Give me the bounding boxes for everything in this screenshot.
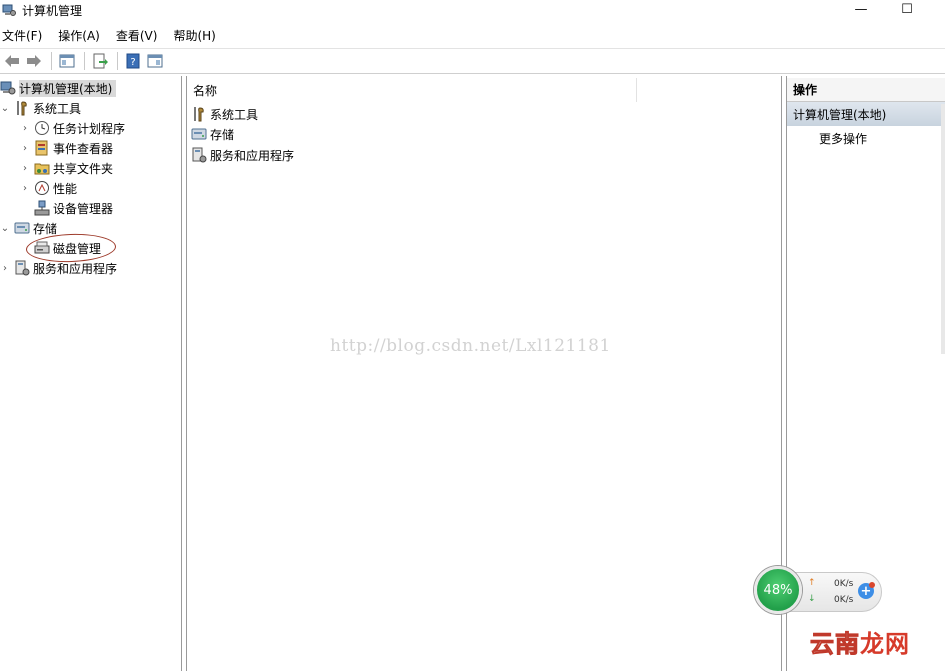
menu-view[interactable]: 查看(V) — [114, 27, 166, 44]
chevron-down-icon[interactable]: ⌄ — [0, 223, 10, 234]
download-arrow-icon: ↓ — [808, 594, 816, 604]
logo-text-a: 云南 — [810, 630, 860, 659]
results-pane: 名称 系统工具 存储 服务和应用程序 — [186, 76, 782, 671]
system-tools-icon — [14, 100, 30, 116]
shared-folder-icon — [34, 160, 50, 176]
chevron-right-icon[interactable]: › — [0, 263, 10, 274]
tree-item-performance[interactable]: › 性能 — [20, 178, 77, 198]
storage-icon — [191, 126, 207, 142]
computer-management-icon — [2, 3, 16, 17]
column-header-name[interactable]: 名称 — [187, 78, 637, 102]
show-hide-action-pane-icon[interactable] — [145, 51, 165, 71]
toolbar-separator — [84, 52, 85, 70]
list-item[interactable]: 存储 — [191, 124, 234, 144]
tree-item-shared-folders[interactable]: › 共享文件夹 — [20, 158, 113, 178]
toolbar-separator — [51, 52, 52, 70]
watermark-text: http://blog.csdn.net/Lxl121181 — [330, 336, 611, 356]
chevron-down-icon[interactable]: ⌄ — [0, 103, 10, 114]
download-speed: 0K/s — [834, 595, 854, 605]
action-section-header[interactable]: 计算机管理(本地) — [787, 102, 945, 126]
clock-icon — [34, 120, 50, 136]
chevron-right-icon[interactable]: › — [20, 163, 30, 174]
show-hide-tree-icon[interactable] — [57, 51, 77, 71]
chevron-right-icon[interactable]: › — [20, 143, 30, 154]
site-logo: 云南龙网 — [810, 624, 910, 659]
list-item-label: 存储 — [210, 127, 235, 142]
tree-item-label: 服务和应用程序 — [33, 261, 118, 276]
menu-action[interactable]: 操作(A) — [56, 27, 108, 44]
tree-item-label: 计算机管理(本地) — [19, 79, 117, 97]
menu-help[interactable]: 帮助(H) — [171, 27, 223, 44]
tree-item-label: 存储 — [33, 221, 58, 236]
tree-item-storage[interactable]: ⌄ 存储 — [0, 218, 57, 238]
tree-item-device-manager[interactable]: 设备管理器 — [34, 198, 113, 218]
services-apps-icon — [191, 147, 207, 163]
toolbar: ? — [0, 48, 945, 74]
toolbar-separator — [117, 52, 118, 70]
tree-item-root[interactable]: 计算机管理(本地) — [0, 78, 117, 98]
list-item-label: 系统工具 — [210, 107, 259, 122]
logo-text-b: 龙网 — [860, 630, 910, 658]
tree-item-event-viewer[interactable]: › 事件查看器 — [20, 138, 113, 158]
menu-bar: 文件(F) 操作(A) 查看(V) 帮助(H) — [0, 24, 945, 46]
tree-item-label: 设备管理器 — [53, 201, 114, 216]
tree-item-label: 性能 — [53, 181, 78, 196]
minimize-button[interactable]: — — [838, 0, 884, 18]
tree-item-label: 系统工具 — [33, 101, 82, 116]
list-item[interactable]: 系统工具 — [191, 104, 258, 124]
computer-management-icon — [0, 80, 16, 96]
action-pane-title: 操作 — [787, 78, 945, 102]
tree-item-task-scheduler[interactable]: › 任务计划程序 — [20, 118, 125, 138]
speed-percent: 48% — [763, 582, 793, 598]
upload-speed: 0K/s — [834, 579, 854, 589]
back-icon[interactable] — [2, 51, 22, 71]
title-bar: 计算机管理 — ☐ — [0, 0, 945, 20]
more-actions-link[interactable]: 更多操作 — [819, 128, 867, 148]
device-manager-icon — [34, 200, 50, 216]
list-item[interactable]: 服务和应用程序 — [191, 145, 294, 165]
chevron-right-icon[interactable]: › — [20, 123, 30, 134]
console-tree: 计算机管理(本地) ⌄ 系统工具 › 任务计划程序 › 事件查看器 › 共享文件… — [0, 76, 182, 671]
list-item-label: 服务和应用程序 — [210, 148, 295, 163]
tree-item-system-tools[interactable]: ⌄ 系统工具 — [0, 98, 81, 118]
notification-dot — [869, 582, 875, 588]
storage-icon — [14, 220, 30, 236]
menu-file[interactable]: 文件(F) — [0, 27, 50, 44]
performance-icon — [34, 180, 50, 196]
event-viewer-icon — [34, 140, 50, 156]
export-list-icon[interactable] — [90, 51, 110, 71]
tree-item-label: 任务计划程序 — [53, 121, 126, 136]
column-header-empty — [637, 78, 781, 102]
help-icon[interactable]: ? — [123, 51, 143, 71]
services-apps-icon — [14, 260, 30, 276]
tree-item-label: 事件查看器 — [53, 141, 114, 156]
svg-text:?: ? — [130, 57, 135, 68]
chevron-right-icon[interactable]: › — [20, 183, 30, 194]
forward-icon[interactable] — [24, 51, 44, 71]
maximize-button[interactable]: ☐ — [884, 0, 930, 18]
tree-item-label: 共享文件夹 — [53, 161, 114, 176]
speed-percent-badge[interactable]: 48% — [754, 566, 802, 614]
scrollbar[interactable] — [941, 104, 945, 354]
list-header: 名称 — [187, 78, 781, 102]
system-tools-icon — [191, 106, 207, 122]
window-title: 计算机管理 — [22, 3, 83, 18]
upload-arrow-icon: ↑ — [808, 578, 816, 588]
